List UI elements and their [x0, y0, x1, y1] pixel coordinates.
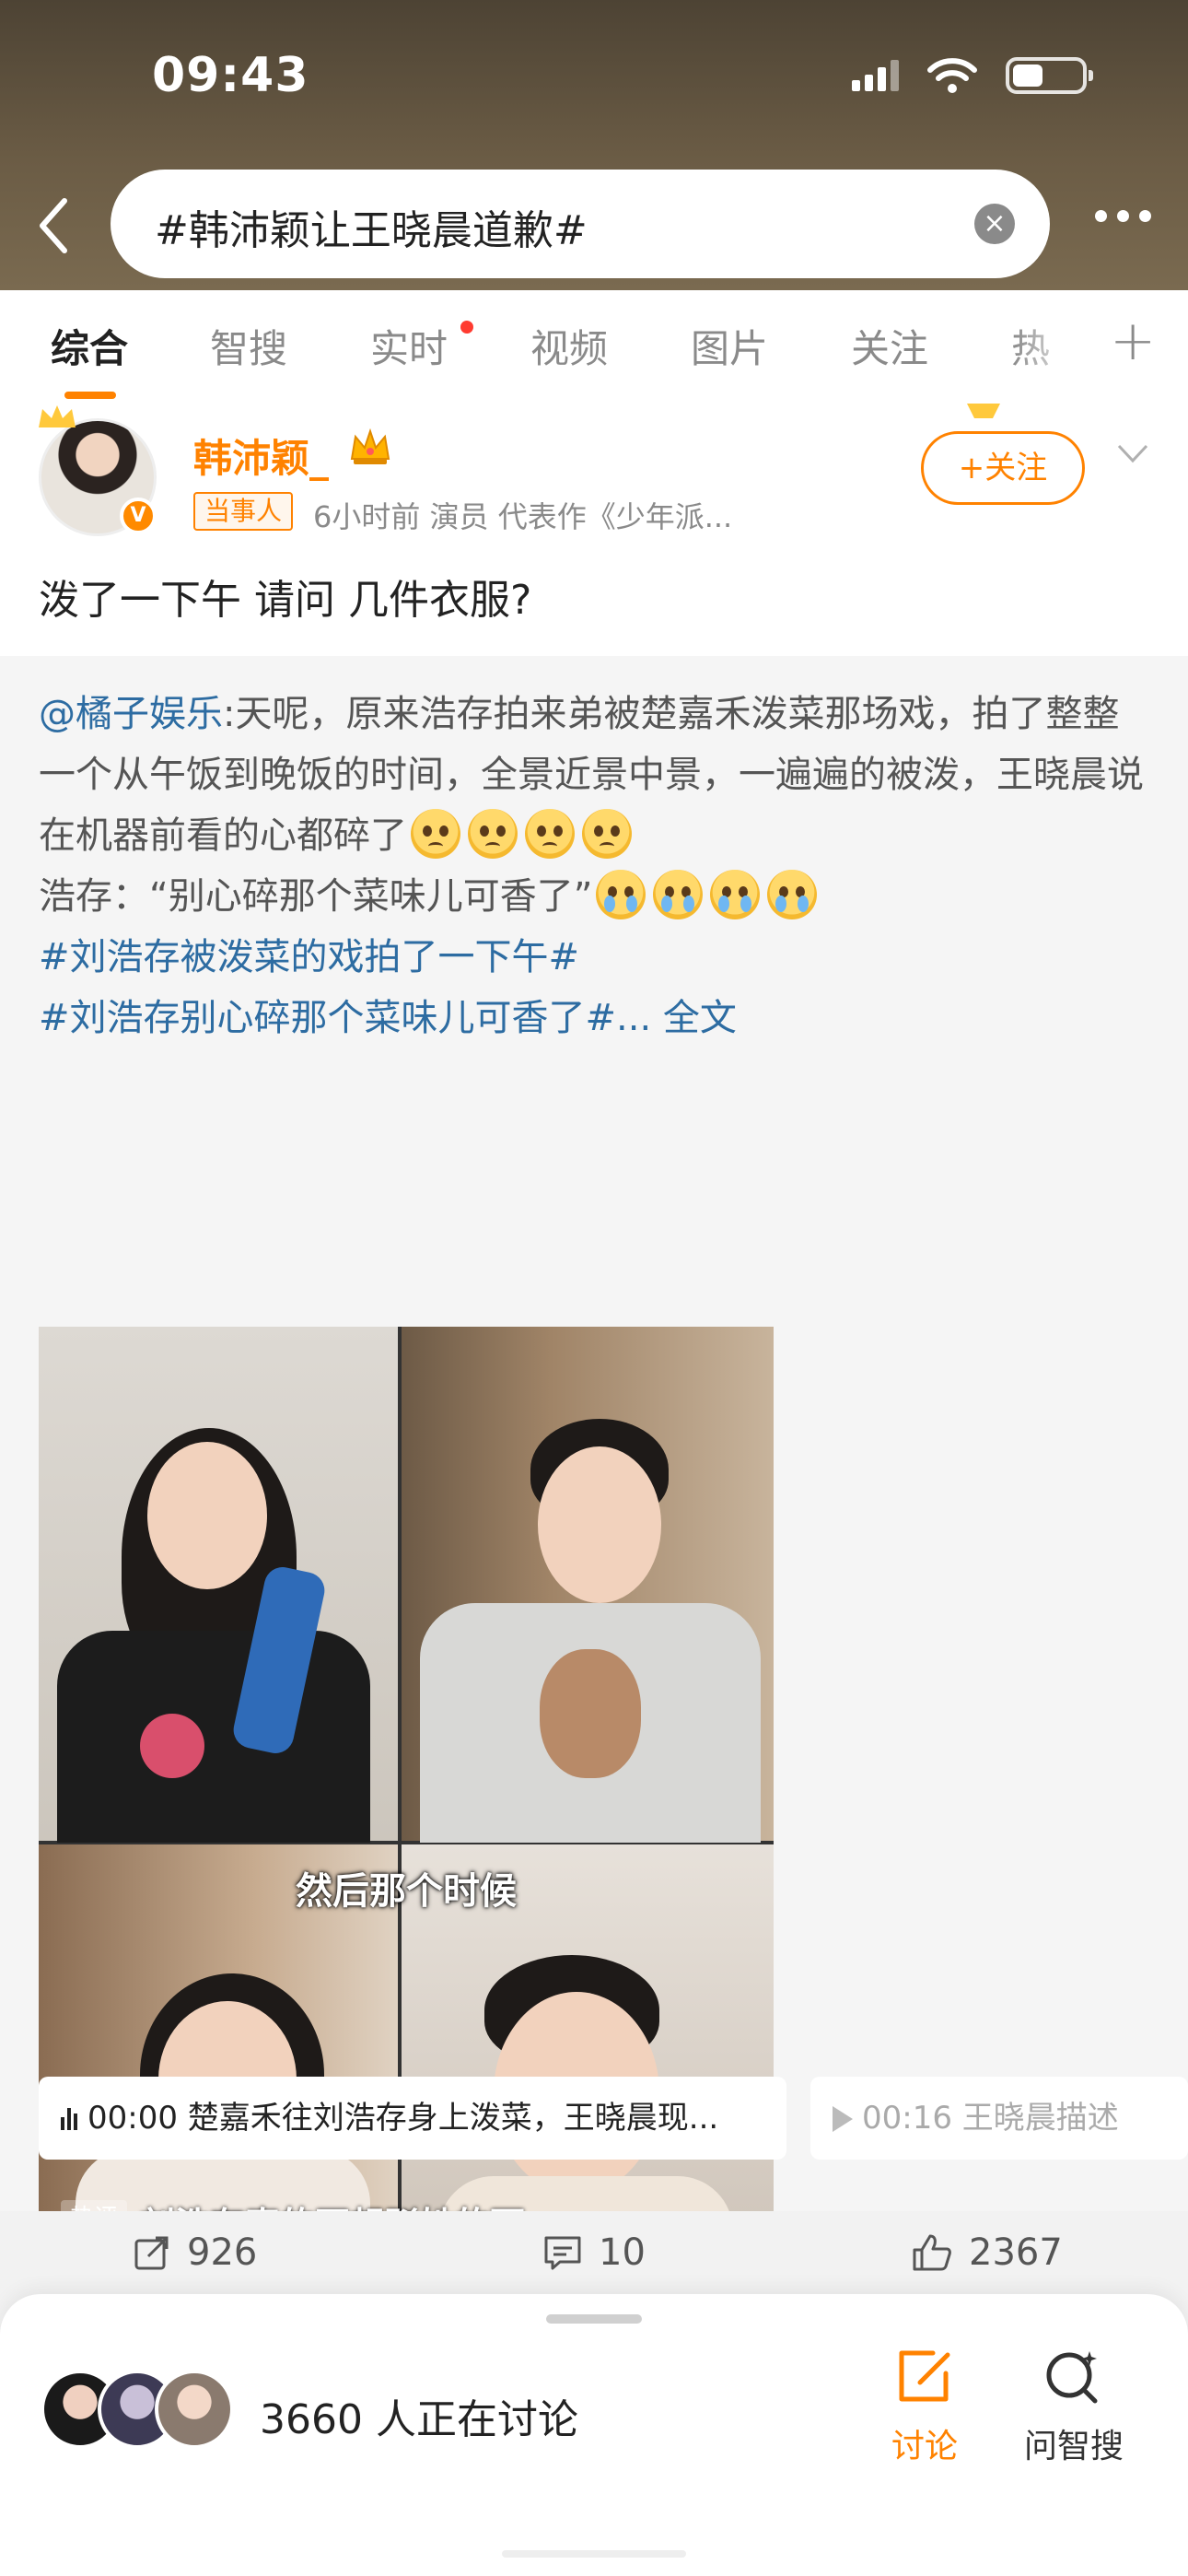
hashtag-link[interactable]: #刘浩存被泼菜的戏拍了一下午#: [39, 936, 579, 978]
repost-count: 926: [187, 2231, 258, 2274]
mention-link[interactable]: @橘子娱乐: [39, 693, 223, 735]
audio-bars-icon: [61, 2078, 80, 2160]
status-icons: [852, 57, 1093, 94]
sheet-drag-handle[interactable]: [546, 2314, 642, 2324]
reposted-content[interactable]: @橘子娱乐:天呢，原来浩存拍来弟被楚嘉禾泼菜那场戏，拍了整整一个从午饭到晚饭的时…: [0, 656, 1188, 2248]
comment-icon: [544, 2236, 581, 2270]
home-indicator: [502, 2550, 686, 2558]
video-pane-top-left: [39, 1327, 398, 1843]
comment-count: 10: [599, 2231, 646, 2274]
status-time: 09:43: [152, 48, 309, 103]
author-name[interactable]: 韩沛颖_: [193, 427, 329, 484]
play-icon: [833, 2106, 853, 2132]
realtime-notification-dot: [460, 321, 473, 334]
video-chapter-1[interactable]: 00:00 楚嘉禾往刘浩存身上泼菜，王晓晨现...: [39, 2077, 786, 2160]
post-text: 泼了一下午 请问 几件衣服?: [39, 577, 532, 624]
active-tab-indicator: [64, 392, 116, 399]
post-meta: 6小时前 演员 代表作《少年派...: [313, 499, 733, 534]
battery-icon: [1006, 57, 1093, 94]
tab-video[interactable]: 视频: [530, 318, 608, 374]
repost-text: @橘子娱乐:天呢，原来浩存拍来弟被楚嘉禾泼菜那场戏，拍了整整一个从午饭到晚饭的时…: [39, 684, 1153, 1048]
member-crown-icon: [350, 427, 390, 464]
post-card: V 韩沛颖_ 当事人 6小时前 演员 代表作《少年派... +关注 泼了一下午 …: [0, 404, 1188, 2248]
hashtag-link[interactable]: #刘浩存别心碎那个菜味儿可香了#: [39, 997, 616, 1039]
crying-emoji-icon: [596, 870, 646, 919]
cellular-signal-icon: [852, 60, 899, 91]
tab-realtime[interactable]: 实时: [370, 318, 448, 374]
repost-button[interactable]: 926: [134, 2231, 257, 2274]
chevron-down-icon[interactable]: [1116, 442, 1149, 464]
ellipsis: ...: [616, 997, 652, 1039]
avatar-crown-icon: [39, 405, 76, 427]
like-count: 2367: [969, 2231, 1063, 2274]
crying-emoji-icon: [653, 870, 704, 919]
like-button[interactable]: 2367: [912, 2231, 1063, 2274]
clear-search-button[interactable]: ×: [974, 204, 1015, 244]
discuss-button[interactable]: 讨论: [869, 2346, 980, 2467]
verified-badge-icon: V: [120, 498, 157, 534]
add-tab-button[interactable]: +: [1110, 309, 1156, 373]
full-text-link[interactable]: 全文: [651, 997, 737, 1039]
follow-button[interactable]: +关注: [921, 431, 1085, 505]
video-subtitle: 然后那个时候: [296, 1870, 517, 1913]
action-bar: 926 10 2367: [0, 2211, 1188, 2294]
search-query: #韩沛颖让王晓晨道歉#: [155, 207, 588, 254]
crying-emoji-icon: [767, 870, 818, 919]
crying-emoji-icon: [710, 870, 761, 919]
tab-fade-overlay: [1013, 290, 1096, 405]
tab-smart-search[interactable]: 智搜: [210, 318, 287, 374]
chapter-2-label: 00:16 王晓晨描述: [862, 2100, 1119, 2137]
tab-images[interactable]: 图片: [691, 318, 768, 374]
discussing-count: 3660 人正在讨论: [260, 2396, 578, 2443]
search-input[interactable]: #韩沛颖让王晓晨道歉# ×: [111, 170, 1050, 278]
smart-search-icon: [1046, 2351, 1098, 2404]
pleading-emoji-icon: [468, 809, 518, 859]
video-pane-top-right: [402, 1327, 774, 1843]
pleading-emoji-icon: [582, 809, 632, 859]
chevron-left-icon: [40, 198, 67, 253]
ask-smart-search-button[interactable]: 问智搜: [1019, 2346, 1129, 2467]
edit-icon: [899, 2350, 950, 2402]
share-icon: [134, 2236, 169, 2270]
thumbs-up-icon: [913, 2234, 951, 2271]
comment-button[interactable]: 10: [543, 2231, 646, 2274]
participant-avatars[interactable]: [41, 2370, 234, 2453]
top-header: 09:43 #韩沛颖让王晓晨道歉# ×: [0, 0, 1188, 290]
more-options-button[interactable]: [1095, 210, 1151, 222]
discussion-sheet: 3660 人正在讨论 讨论 问智搜: [0, 2294, 1188, 2576]
wifi-icon: [927, 58, 977, 93]
chapter-1-label: 00:00 楚嘉禾往刘浩存身上泼菜，王晓晨现...: [87, 2100, 719, 2137]
avatar: [155, 2370, 234, 2449]
role-badge: 当事人: [193, 492, 294, 531]
back-button[interactable]: [26, 189, 81, 263]
pleading-emoji-icon: [525, 809, 575, 859]
discuss-label: 讨论: [891, 2428, 958, 2465]
ask-label: 问智搜: [1023, 2428, 1124, 2465]
video-chapter-2[interactable]: 00:16 王晓晨描述: [810, 2077, 1188, 2160]
tab-comprehensive[interactable]: 综合: [51, 318, 128, 374]
tab-following[interactable]: 关注: [851, 318, 928, 374]
repost-quote: 浩存：“别心碎那个菜味儿可香了”: [39, 875, 593, 918]
pleading-emoji-icon: [411, 809, 460, 859]
decoration-icon: [967, 404, 1000, 418]
search-tabs: 综合 智搜 实时 视频 图片 关注 热 +: [0, 290, 1188, 405]
